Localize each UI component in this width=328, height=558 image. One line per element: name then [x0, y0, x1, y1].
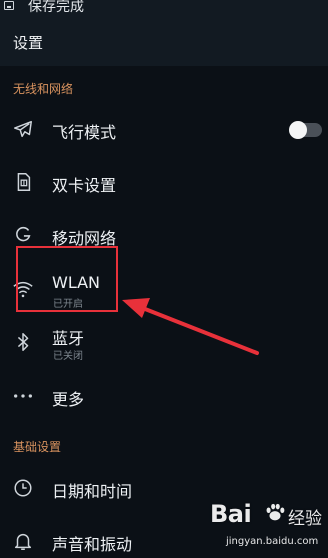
bluetooth-status: 已关闭 — [53, 351, 83, 362]
sim-card-icon — [17, 173, 31, 191]
section-header-basic: 基础设置 — [13, 440, 62, 454]
clock-icon — [14, 479, 32, 497]
app-bar: 设置 — [0, 14, 328, 66]
watermark-word: 经验 — [288, 509, 322, 529]
page-title: 设置 — [13, 34, 44, 52]
airplane-mode-toggle[interactable] — [289, 121, 322, 139]
settings-item-bluetooth[interactable]: 蓝牙 已关闭 — [0, 318, 328, 366]
more-dots-icon — [14, 394, 32, 398]
paw-logo-icon — [266, 503, 285, 521]
watermark-brand: Bai — [210, 500, 252, 528]
dual-sim-label: 双卡设置 — [52, 176, 117, 195]
bell-icon — [14, 533, 32, 550]
airplane-mode-label: 飞行模式 — [52, 123, 117, 142]
date-time-label: 日期和时间 — [52, 482, 133, 501]
sound-label: 声音和振动 — [52, 535, 133, 554]
bluetooth-label: 蓝牙 — [52, 329, 85, 348]
status-bar: 保存完成 — [0, 0, 328, 15]
airplane-icon — [14, 120, 32, 138]
section-header-wireless: 无线和网络 — [13, 82, 74, 96]
more-label: 更多 — [52, 390, 85, 409]
g-network-icon — [16, 226, 31, 242]
settings-item-airplane-mode[interactable]: 飞行模式 — [0, 106, 328, 154]
watermark-url: jingyan.baidu.com — [226, 536, 319, 547]
highlight-box — [16, 246, 118, 312]
picture-notification-icon — [4, 1, 14, 10]
settings-item-more[interactable]: 更多 — [0, 372, 328, 420]
bluetooth-icon — [17, 333, 29, 351]
toggle-knob — [289, 121, 307, 139]
baidu-jingyan-watermark: Bai 经验 jingyan.baidu.com — [208, 500, 326, 554]
settings-item-dual-sim[interactable]: 双卡设置 — [0, 158, 328, 206]
